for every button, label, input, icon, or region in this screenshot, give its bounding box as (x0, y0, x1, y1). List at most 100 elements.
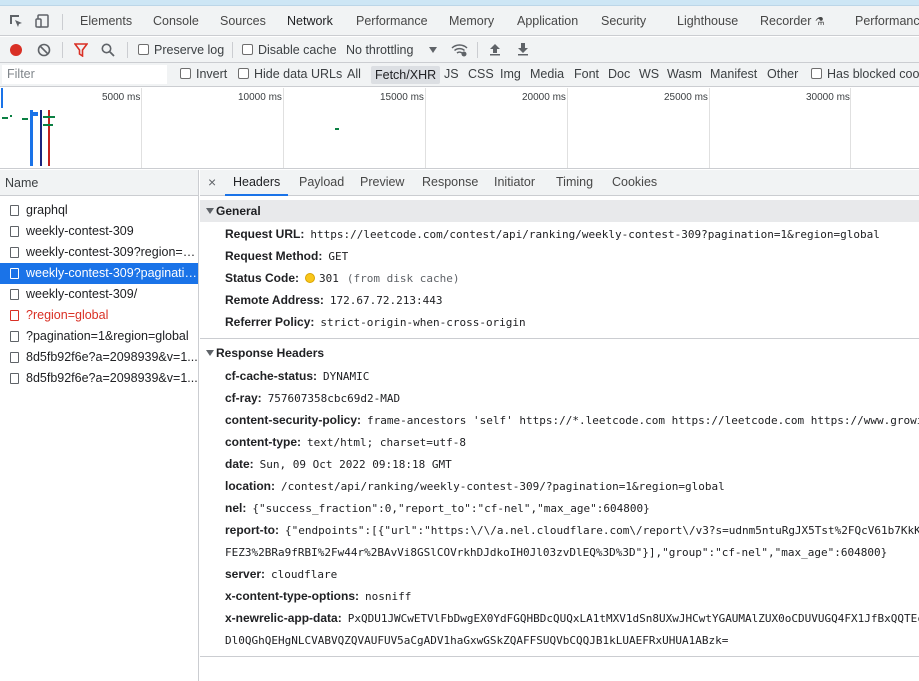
request-row[interactable]: ?pagination=1&region=global (0, 326, 198, 347)
has-blocked-cookies-box[interactable] (811, 68, 822, 79)
toolbar-separator (232, 42, 233, 58)
type-filter-other[interactable]: Other (767, 63, 798, 86)
type-filter-fetch-xhr[interactable]: Fetch/XHR (371, 66, 441, 84)
header-value: frame-ancestors 'self' https://*.leetcod… (367, 414, 919, 427)
disable-cache-checkbox[interactable]: Disable cache (242, 37, 337, 63)
tab-sources[interactable]: Sources (220, 6, 266, 35)
detail-tab-initiator[interactable]: Initiator (494, 170, 535, 196)
filter-icon[interactable] (74, 43, 88, 57)
search-icon[interactable] (101, 43, 115, 57)
request-row-selected[interactable]: weekly-contest-309?paginatio... (0, 263, 198, 284)
preserve-log-box[interactable] (138, 44, 149, 55)
tab-lighthouse[interactable]: Lighthouse (677, 6, 738, 35)
header-value: 301 (319, 272, 339, 285)
type-filter-manifest[interactable]: Manifest (710, 63, 757, 86)
device-toolbar-icon[interactable] (35, 13, 51, 29)
request-name: weekly-contest-309 (26, 224, 134, 238)
tab-performance-insights[interactable]: Performance (855, 6, 919, 35)
overview-mark (1, 88, 3, 108)
triangle-down-icon (206, 208, 214, 214)
request-name: ?pagination=1&region=global (26, 329, 189, 343)
response-header-row: content-security-policy: frame-ancestors … (225, 410, 919, 430)
document-icon (10, 373, 19, 384)
invert-checkbox[interactable]: Invert (180, 63, 227, 86)
preserve-log-checkbox[interactable]: Preserve log (138, 37, 224, 63)
request-row-graphql[interactable]: graphql (0, 200, 198, 221)
overview-mark (48, 110, 50, 166)
request-row[interactable]: weekly-contest-309 (0, 221, 198, 242)
detail-tab-preview[interactable]: Preview (360, 170, 404, 196)
request-row[interactable]: weekly-contest-309/ (0, 284, 198, 305)
detail-tab-headers[interactable]: Headers (224, 170, 289, 196)
header-value: {"success_fraction":0,"report_to":"cf-ne… (252, 502, 650, 515)
response-header-row: cf-ray: 757607358cbc69d2-MAD (225, 388, 919, 408)
timeline-overview[interactable]: 5000 ms 10000 ms 15000 ms 20000 ms 25000… (0, 88, 919, 169)
type-filter-wasm[interactable]: Wasm (667, 63, 702, 86)
tab-console[interactable]: Console (153, 6, 199, 35)
network-conditions-icon[interactable] (451, 42, 468, 57)
general-section-header[interactable]: General (200, 200, 919, 222)
type-filter-js[interactable]: JS (444, 63, 459, 86)
import-har-icon[interactable] (489, 42, 501, 56)
clear-icon[interactable] (37, 43, 51, 57)
name-column-header[interactable]: Name (0, 170, 198, 196)
disable-cache-box[interactable] (242, 44, 253, 55)
type-filter-all[interactable]: All (347, 63, 361, 86)
section-divider (200, 338, 919, 339)
tab-recorder[interactable]: Recorder ⚗ (760, 6, 825, 35)
detail-tab-cookies[interactable]: Cookies (612, 170, 657, 196)
header-row-remote-address: Remote Address: 172.67.72.213:443 (225, 290, 919, 310)
overview-gridline (567, 88, 568, 168)
header-row-status-code: Status Code: 301 (from disk cache) (225, 268, 919, 288)
header-key: Request URL: (225, 227, 305, 241)
header-row-referrer-policy: Referrer Policy: strict-origin-when-cross… (225, 312, 919, 332)
type-filter-img[interactable]: Img (500, 63, 521, 86)
overview-mark (30, 110, 33, 166)
panel-bottom-divider (200, 656, 919, 657)
type-filter-css[interactable]: CSS (468, 63, 494, 86)
request-row[interactable]: weekly-contest-309?region=gl... (0, 242, 198, 263)
close-icon[interactable]: × (208, 170, 216, 196)
tab-application[interactable]: Application (517, 6, 578, 35)
detail-tab-payload[interactable]: Payload (299, 170, 344, 196)
type-filter-ws[interactable]: WS (639, 63, 659, 86)
type-filter-doc[interactable]: Doc (608, 63, 630, 86)
hide-data-urls-box[interactable] (238, 68, 249, 79)
type-filter-font[interactable]: Font (574, 63, 599, 86)
tab-network[interactable]: Network (287, 6, 333, 35)
tab-memory[interactable]: Memory (449, 6, 494, 35)
overview-tick-label: 10000 ms (238, 92, 282, 103)
triangle-down-icon (206, 350, 214, 356)
throttling-select[interactable]: No throttling (346, 37, 413, 63)
record-icon[interactable] (9, 43, 23, 57)
invert-box[interactable] (180, 68, 191, 79)
header-key: content-security-policy: (225, 413, 362, 427)
request-row[interactable]: 8d5fb92f6e?a=2098939&v=1... (0, 368, 198, 389)
filter-input[interactable] (2, 65, 167, 84)
detail-tab-response[interactable]: Response (422, 170, 478, 196)
chevron-down-icon[interactable] (429, 47, 437, 53)
request-name: 8d5fb92f6e?a=2098939&v=1... (26, 350, 198, 364)
header-key: Status Code: (225, 271, 300, 285)
header-value: cloudflare (271, 568, 338, 581)
request-row-error[interactable]: ?region=global (0, 305, 198, 326)
filter-bar: Invert Hide data URLs All Fetch/XHR JS C… (0, 63, 919, 87)
tab-security[interactable]: Security (601, 6, 646, 35)
overview-tick-label: 5000 ms (102, 92, 141, 103)
inspect-element-icon[interactable] (8, 13, 24, 29)
request-row[interactable]: 8d5fb92f6e?a=2098939&v=1... (0, 347, 198, 368)
detail-tab-timing[interactable]: Timing (556, 170, 593, 196)
tab-elements[interactable]: Elements (80, 6, 132, 35)
header-key: Referrer Policy: (225, 315, 315, 329)
hide-data-urls-checkbox[interactable]: Hide data URLs (238, 63, 342, 86)
header-value: FEZ3%2BRa9fRBI%2Fw44r%2BAvVi8GSlCOVrkhDJ… (225, 546, 888, 559)
tab-performance[interactable]: Performance (356, 6, 428, 35)
response-headers-section-header[interactable]: Response Headers (200, 342, 919, 364)
request-name: weekly-contest-309?paginatio... (26, 266, 198, 280)
document-icon (10, 205, 19, 216)
document-icon (10, 268, 19, 279)
export-har-icon[interactable] (517, 42, 529, 56)
response-header-row: report-to: {"endpoints":[{"url":"https:\/… (225, 520, 919, 540)
type-filter-media[interactable]: Media (530, 63, 564, 86)
has-blocked-cookies-checkbox[interactable]: Has blocked coo (811, 63, 919, 86)
